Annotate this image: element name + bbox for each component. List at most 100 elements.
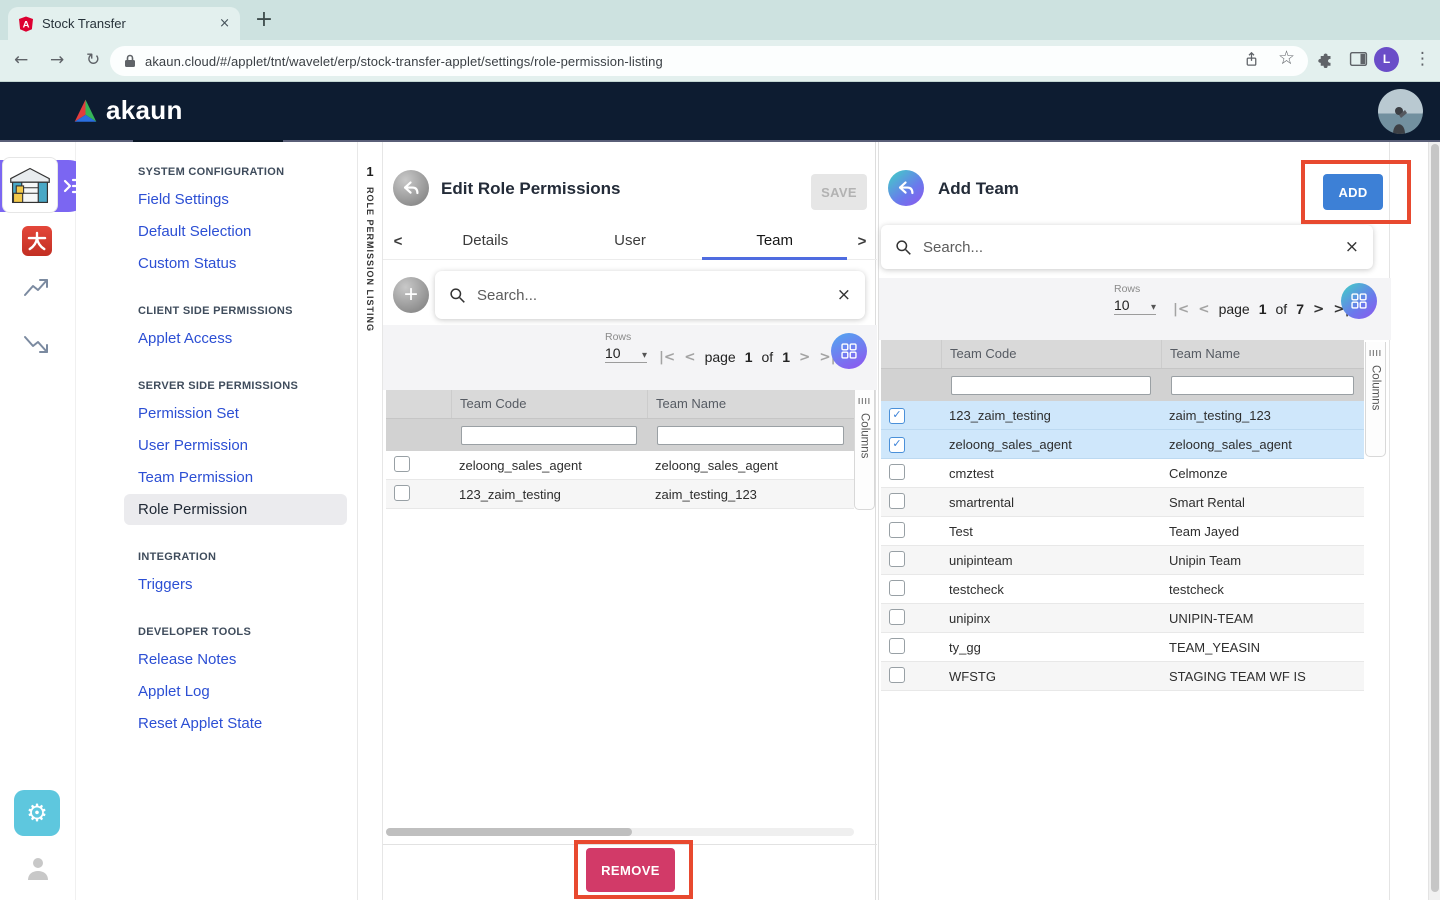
- table-row[interactable]: unipinteamUnipin Team: [881, 546, 1364, 575]
- side-panel-icon[interactable]: [1349, 51, 1368, 72]
- add-table-filter-input-team-code[interactable]: [951, 376, 1151, 395]
- prev-page-icon[interactable]: <: [1198, 301, 1209, 317]
- row-checkbox[interactable]: ✓: [889, 408, 905, 424]
- row-checkbox[interactable]: [889, 609, 905, 625]
- warehouse-applet-icon[interactable]: [2, 157, 58, 213]
- sidebar-item-role-permission[interactable]: Role Permission: [124, 494, 347, 525]
- rows-per-page-select[interactable]: 10 ▾: [605, 345, 647, 363]
- browser-back-icon[interactable]: ←: [14, 50, 28, 70]
- sidebar-item-applet-access[interactable]: Applet Access: [124, 323, 347, 354]
- edit-table-filter-input-team-name[interactable]: [657, 426, 844, 445]
- bookmark-star-icon[interactable]: ☆: [1278, 47, 1295, 69]
- sidebar-item-applet-log[interactable]: Applet Log: [124, 676, 347, 707]
- table-row[interactable]: testchecktestcheck: [881, 575, 1364, 604]
- lock-icon: [124, 54, 136, 68]
- sidebar-item-custom-status[interactable]: Custom Status: [124, 248, 347, 279]
- add-row-plus-button[interactable]: +: [393, 277, 429, 313]
- table-row[interactable]: ✓zeloong_sales_agentzeloong_sales_agent: [881, 430, 1364, 459]
- trend-up-icon[interactable]: [23, 276, 50, 305]
- table-row[interactable]: ✓123_zaim_testingzaim_testing_123: [881, 401, 1364, 430]
- edit-table-col-team-name[interactable]: Team Name: [647, 390, 854, 418]
- first-page-icon[interactable]: |<: [1173, 301, 1189, 317]
- grid-view-button[interactable]: [1341, 283, 1377, 319]
- add-columns-tab[interactable]: IIII Columns: [1365, 342, 1386, 457]
- sidebar-item-triggers[interactable]: Triggers: [124, 569, 347, 600]
- edit-table-filter-input-team-code[interactable]: [461, 426, 637, 445]
- tabs-scroll-left-icon[interactable]: <: [383, 233, 413, 250]
- sidebar-item-permission-set[interactable]: Permission Set: [124, 398, 347, 429]
- search-input[interactable]: [921, 238, 1345, 257]
- search-input[interactable]: [475, 286, 837, 305]
- row-checkbox[interactable]: [394, 485, 410, 501]
- table-row[interactable]: zeloong_sales_agentzeloong_sales_agent: [386, 451, 854, 480]
- sidebar-item-default-selection[interactable]: Default Selection: [124, 216, 347, 247]
- tabs-scroll-right-icon[interactable]: >: [847, 233, 877, 250]
- browser-tab[interactable]: A Stock Transfer ×: [8, 7, 240, 40]
- tab-details[interactable]: Details: [413, 224, 558, 260]
- row-checkbox[interactable]: ✓: [889, 437, 905, 453]
- sidebar-item-user-permission[interactable]: User Permission: [124, 430, 347, 461]
- address-bar[interactable]: akaun.cloud/#/applet/tnt/wavelet/erp/sto…: [110, 46, 1308, 76]
- browser-menu-dots-icon[interactable]: ⋮: [1414, 49, 1431, 69]
- remove-button[interactable]: REMOVE: [586, 848, 675, 892]
- save-button[interactable]: SAVE: [811, 174, 867, 210]
- table-row[interactable]: WFSTGSTAGING TEAM WF IS: [881, 662, 1364, 691]
- clear-search-icon[interactable]: ×: [1345, 237, 1359, 257]
- row-checkbox[interactable]: [889, 638, 905, 654]
- row-checkbox[interactable]: [889, 551, 905, 567]
- first-page-icon[interactable]: |<: [659, 349, 675, 365]
- browser-reload-icon[interactable]: ↻: [86, 50, 100, 70]
- prev-page-icon[interactable]: <: [684, 349, 695, 365]
- edit-table-col-team-code[interactable]: Team Code: [451, 390, 647, 418]
- table-row[interactable]: ty_ggTEAM_YEASIN: [881, 633, 1364, 662]
- add-button[interactable]: ADD: [1323, 174, 1383, 210]
- grid-view-button[interactable]: [831, 333, 867, 369]
- user-avatar[interactable]: [1378, 89, 1423, 134]
- add-table-col-team-code[interactable]: Team Code: [941, 340, 1161, 368]
- next-page-icon[interactable]: >: [1313, 301, 1324, 317]
- browser-forward-icon[interactable]: →: [50, 50, 64, 70]
- browser-profile-avatar[interactable]: L: [1374, 47, 1399, 72]
- edit-columns-tab[interactable]: IIII Columns: [854, 390, 875, 510]
- table-row[interactable]: unipinxUNIPIN-TEAM: [881, 604, 1364, 633]
- new-tab-button[interactable]: +: [252, 8, 276, 32]
- share-icon[interactable]: [1243, 50, 1260, 74]
- sidebar-group-client-side-permissions: CLIENT SIDE PERMISSIONSApplet Access: [124, 299, 347, 354]
- rows-per-page-select[interactable]: 10 ▾: [1114, 297, 1156, 315]
- page-scrollbar-thumb[interactable]: [1431, 144, 1439, 892]
- row-checkbox[interactable]: [889, 667, 905, 683]
- row-checkbox[interactable]: [889, 464, 905, 480]
- horizontal-scrollbar[interactable]: [386, 828, 854, 836]
- page-scrollbar[interactable]: [1428, 142, 1440, 900]
- add-table-filter-row: [881, 368, 1364, 401]
- table-row[interactable]: TestTeam Jayed: [881, 517, 1364, 546]
- dai-applet-icon[interactable]: [22, 226, 52, 256]
- row-checkbox[interactable]: [889, 580, 905, 596]
- tab-user[interactable]: User: [558, 224, 703, 260]
- trend-down-icon[interactable]: [23, 332, 50, 361]
- sidebar-item-field-settings[interactable]: Field Settings: [124, 184, 347, 215]
- tab-team[interactable]: Team: [702, 224, 847, 260]
- horizontal-scrollbar-thumb[interactable]: [386, 828, 632, 836]
- sidebar-group-server-side-permissions: SERVER SIDE PERMISSIONSPermission SetUse…: [124, 374, 347, 525]
- clear-search-icon[interactable]: ×: [837, 285, 851, 305]
- sidebar-item-reset-applet-state[interactable]: Reset Applet State: [124, 708, 347, 739]
- settings-gear-button[interactable]: ⚙: [14, 790, 60, 836]
- sidebar-item-team-permission[interactable]: Team Permission: [124, 462, 347, 493]
- row-checkbox[interactable]: [889, 522, 905, 538]
- profile-person-icon[interactable]: [26, 856, 50, 887]
- back-button[interactable]: [888, 170, 924, 206]
- extensions-puzzle-icon[interactable]: [1317, 50, 1335, 73]
- add-table-filter-input-team-name[interactable]: [1171, 376, 1354, 395]
- row-checkbox[interactable]: [889, 493, 905, 509]
- sidebar-item-release-notes[interactable]: Release Notes: [124, 644, 347, 675]
- table-row[interactable]: smartrentalSmart Rental: [881, 488, 1364, 517]
- back-button[interactable]: [393, 170, 429, 206]
- add-table-col-team-name[interactable]: Team Name: [1161, 340, 1364, 368]
- row-checkbox[interactable]: [394, 456, 410, 472]
- listing-breadcrumb-strip[interactable]: 1 ROLE PERMISSION LISTING: [357, 142, 382, 900]
- table-row[interactable]: 123_zaim_testingzaim_testing_123: [386, 480, 854, 509]
- table-row[interactable]: cmztestCelmonze: [881, 459, 1364, 488]
- next-page-icon[interactable]: >: [799, 349, 810, 365]
- tab-close-icon[interactable]: ×: [219, 16, 230, 31]
